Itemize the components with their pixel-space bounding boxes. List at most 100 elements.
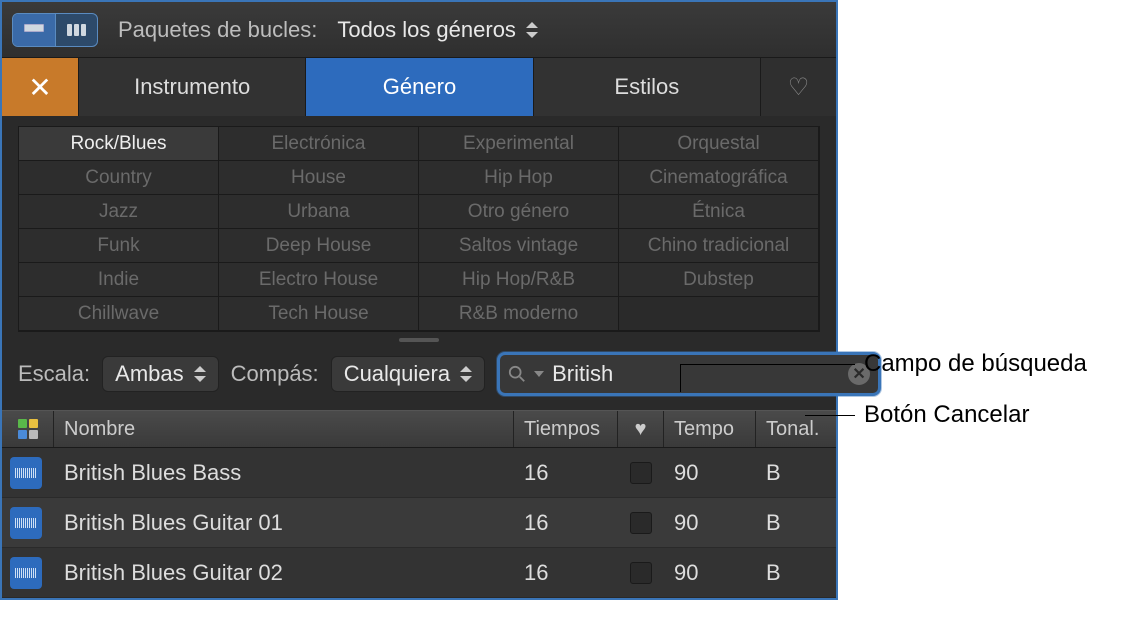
annotation-search-field: Campo de búsqueda <box>864 350 1087 378</box>
topbar: Paquetes de bucles: Todos los géneros <box>2 2 836 58</box>
cell-tempo: 90 <box>664 560 756 586</box>
clear-filters-button[interactable]: ✕ <box>2 58 78 116</box>
cell-beats: 16 <box>514 510 618 536</box>
genre-cell[interactable]: Urbana <box>219 195 419 229</box>
genre-cell <box>619 297 819 331</box>
genre-cell[interactable]: Étnica <box>619 195 819 229</box>
genre-cell[interactable]: Orquestal <box>619 127 819 161</box>
results-table: Nombre Tiempos ♥ Tempo Tonal. British Bl… <box>2 410 836 598</box>
genre-cell[interactable]: Electrónica <box>219 127 419 161</box>
search-input[interactable] <box>552 361 840 387</box>
tab-favorites[interactable]: ♡ <box>760 58 836 116</box>
genre-cell[interactable]: Electro House <box>219 263 419 297</box>
cell-favorite[interactable] <box>618 462 664 484</box>
packages-dropdown[interactable]: Todos los géneros <box>337 17 538 43</box>
updown-icon <box>194 366 206 382</box>
cell-beats: 16 <box>514 460 618 486</box>
genre-grid-container: Rock/BluesElectrónicaExperimentalOrquest… <box>2 116 836 338</box>
view-button-button1[interactable] <box>13 14 55 46</box>
cell-type <box>2 457 54 489</box>
genre-cell[interactable]: Deep House <box>219 229 419 263</box>
col-name[interactable]: Nombre <box>54 411 514 447</box>
cell-key: B <box>756 510 836 536</box>
chevron-down-icon <box>534 371 544 377</box>
updown-icon <box>460 366 472 382</box>
view-toggle <box>12 13 98 47</box>
heart-icon: ♡ <box>788 73 810 102</box>
genre-cell[interactable]: Rock/Blues <box>19 127 219 161</box>
updown-icon <box>526 22 538 38</box>
favorite-checkbox[interactable] <box>630 512 652 534</box>
cell-favorite[interactable] <box>618 562 664 584</box>
cell-name: British Blues Guitar 02 <box>54 560 514 586</box>
packages-label: Paquetes de bucles: <box>118 17 317 43</box>
tab-genre[interactable]: Género <box>305 58 532 116</box>
col-favorite[interactable]: ♥ <box>618 411 664 447</box>
signature-dropdown[interactable]: Cualquiera <box>331 356 485 392</box>
genre-cell[interactable]: Chino tradicional <box>619 229 819 263</box>
filter-controls: Escala: Ambas Compás: Cualquiera ✕ <box>2 338 836 410</box>
audio-loop-icon <box>10 507 42 539</box>
scale-value: Ambas <box>115 361 183 387</box>
signature-value: Cualquiera <box>344 361 450 387</box>
genre-cell[interactable]: Hip Hop <box>419 161 619 195</box>
cell-favorite[interactable] <box>618 512 664 534</box>
cell-type <box>2 507 54 539</box>
heart-icon: ♥ <box>635 418 647 441</box>
genre-cell[interactable]: Saltos vintage <box>419 229 619 263</box>
genre-cell[interactable]: Country <box>19 161 219 195</box>
packages-value: Todos los géneros <box>337 17 516 43</box>
search-field[interactable]: ✕ <box>497 352 881 396</box>
cell-tempo: 90 <box>664 460 756 486</box>
tab-instrument[interactable]: Instrumento <box>78 58 305 116</box>
cell-type <box>2 557 54 589</box>
loop-browser-panel: Paquetes de bucles: Todos los géneros ✕ … <box>0 0 838 600</box>
genre-cell[interactable]: Chillwave <box>19 297 219 331</box>
genre-cell[interactable]: Tech House <box>219 297 419 331</box>
table-row[interactable]: British Blues Bass16 90B <box>2 448 836 498</box>
annotation-cancel-button: Botón Cancelar <box>864 401 1029 429</box>
cell-key: B <box>756 560 836 586</box>
genre-cell[interactable]: Hip Hop/R&B <box>419 263 619 297</box>
favorite-checkbox[interactable] <box>630 562 652 584</box>
audio-loop-icon <box>10 457 42 489</box>
tab-styles[interactable]: Estilos <box>533 58 760 116</box>
cell-tempo: 90 <box>664 510 756 536</box>
col-key[interactable]: Tonal. <box>756 411 836 447</box>
cell-key: B <box>756 460 836 486</box>
genre-cell[interactable]: Dubstep <box>619 263 819 297</box>
genre-grid: Rock/BluesElectrónicaExperimentalOrquest… <box>18 126 820 332</box>
button-view-icon <box>24 24 44 36</box>
genre-cell[interactable]: House <box>219 161 419 195</box>
category-tabs: ✕ Instrumento Género Estilos ♡ <box>2 58 836 116</box>
genre-cell[interactable]: Funk <box>19 229 219 263</box>
col-type-icon[interactable] <box>2 411 54 447</box>
close-icon: ✕ <box>28 71 51 104</box>
genre-cell[interactable]: Indie <box>19 263 219 297</box>
genre-cell[interactable]: R&B moderno <box>419 297 619 331</box>
favorite-checkbox[interactable] <box>630 462 652 484</box>
col-beats[interactable]: Tiempos <box>514 411 618 447</box>
genre-cell[interactable]: Cinematográfica <box>619 161 819 195</box>
genre-cell[interactable]: Jazz <box>19 195 219 229</box>
category-grid-icon <box>18 419 38 439</box>
search-clear-button[interactable]: ✕ <box>848 363 870 385</box>
search-icon <box>508 365 526 383</box>
table-row[interactable]: British Blues Guitar 0216 90B <box>2 548 836 598</box>
cell-name: British Blues Guitar 01 <box>54 510 514 536</box>
cell-name: British Blues Bass <box>54 460 514 486</box>
drag-handle[interactable] <box>399 338 439 342</box>
view-button-column[interactable] <box>55 14 97 46</box>
genre-cell[interactable]: Experimental <box>419 127 619 161</box>
clear-x-icon: ✕ <box>852 364 865 384</box>
genre-cell[interactable]: Otro género <box>419 195 619 229</box>
cell-beats: 16 <box>514 560 618 586</box>
table-header: Nombre Tiempos ♥ Tempo Tonal. <box>2 410 836 448</box>
scale-label: Escala: <box>18 361 90 387</box>
col-tempo[interactable]: Tempo <box>664 411 756 447</box>
scale-dropdown[interactable]: Ambas <box>102 356 218 392</box>
column-view-icon <box>67 24 87 36</box>
table-body: British Blues Bass1690BBritish Blues Gui… <box>2 448 836 598</box>
signature-label: Compás: <box>231 361 319 387</box>
table-row[interactable]: British Blues Guitar 0116 90B <box>2 498 836 548</box>
